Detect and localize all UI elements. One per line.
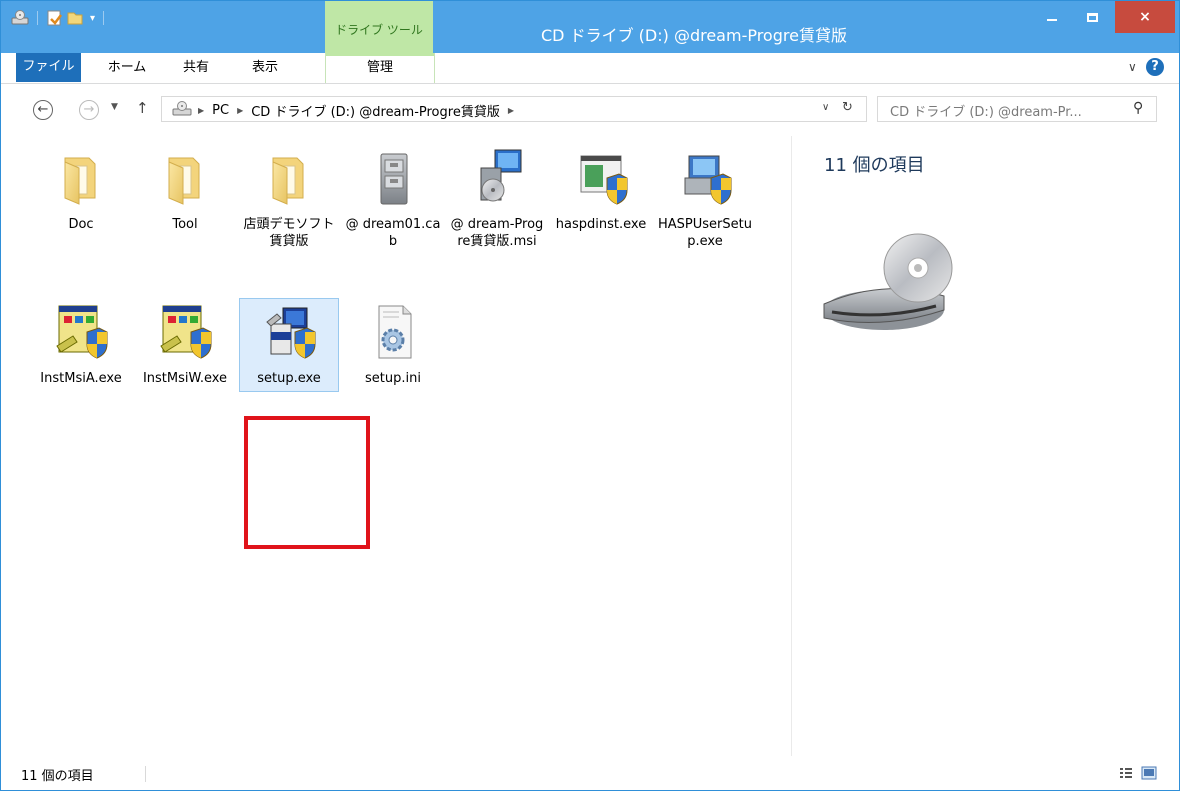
file-item-haspdinst[interactable]: haspdinst.exe <box>551 148 651 233</box>
breadcrumb-separator-icon[interactable]: ▶ <box>198 106 204 115</box>
cabinet-file-icon <box>380 153 408 205</box>
file-item-cab[interactable]: @ dream01.cab <box>343 148 443 250</box>
msi-installer-icon <box>480 149 522 202</box>
help-icon[interactable]: ? <box>1146 58 1164 76</box>
details-pane: 11 個の項目 <box>791 136 1178 756</box>
breadcrumb-pc[interactable]: PC <box>212 103 229 118</box>
navigation-bar: ← → ▼ ↑ ▶ PC ▶ CD ドライブ (D:) @dream-Progr… <box>1 84 1179 134</box>
tab-home[interactable]: ホーム <box>97 53 157 83</box>
file-item-setup-exe[interactable]: setup.exe <box>239 298 339 392</box>
maximize-button[interactable] <box>1077 1 1107 33</box>
search-placeholder: CD ドライブ (D:) @dream-Pr... <box>890 105 1082 120</box>
ribbon-expand-icon[interactable]: ∨ <box>1128 60 1137 74</box>
close-icon: × <box>1139 9 1151 25</box>
up-button[interactable]: ↑ <box>136 99 149 117</box>
breadcrumb-separator-icon[interactable]: ▶ <box>508 106 514 115</box>
address-bar[interactable]: ▶ PC ▶ CD ドライブ (D:) @dream-Progre賃貸版 ▶ ∨… <box>161 96 867 122</box>
window-title: CD ドライブ (D:) @dream-Progre賃貸版 <box>541 26 847 45</box>
maximize-icon <box>1086 12 1098 22</box>
msi-setup-icon <box>56 305 108 359</box>
setup-exe-icon <box>266 307 316 359</box>
quick-access-toolbar: ▾ <box>11 9 110 27</box>
title-bar[interactable]: ▾ ドライブ ツール CD ドライブ (D:) @dream-Progre賃貸版… <box>1 1 1179 53</box>
setup-computer-icon <box>684 155 732 205</box>
minimize-button[interactable] <box>1037 1 1067 33</box>
installer-window-icon <box>580 155 628 205</box>
file-item-setup-ini[interactable]: setup.ini <box>343 302 443 387</box>
forward-button[interactable]: → <box>79 100 99 120</box>
qat-separator <box>37 11 38 25</box>
explorer-window: ▾ ドライブ ツール CD ドライブ (D:) @dream-Progre賃貸版… <box>0 0 1180 791</box>
file-name: InstMsiW.exe <box>142 371 228 386</box>
details-view-icon[interactable] <box>1119 766 1133 780</box>
breadcrumb-separator-icon[interactable]: ▶ <box>237 106 243 115</box>
file-item-tool[interactable]: Tool <box>135 148 235 233</box>
folder-icon <box>64 157 96 205</box>
config-file-icon <box>378 305 412 359</box>
file-item-doc[interactable]: Doc <box>31 148 131 233</box>
msi-setup-icon <box>160 305 212 359</box>
cd-drive-large-icon <box>823 233 953 330</box>
file-name: Tool <box>172 217 198 232</box>
address-dropdown-icon[interactable]: ∨ <box>822 102 829 113</box>
tab-manage[interactable]: 管理 <box>325 53 435 83</box>
minimize-icon <box>1047 19 1057 21</box>
file-list: Doc Tool 店頭デモソフト賃貸版 @ dream01.cab @ drea… <box>9 136 789 756</box>
file-name: Doc <box>68 217 94 232</box>
refresh-icon[interactable]: ↻ <box>842 100 853 115</box>
details-item-count: 11 個の項目 <box>824 155 925 176</box>
file-name: @ dream01.cab <box>345 217 441 249</box>
status-divider <box>145 766 146 782</box>
file-name: 店頭デモソフト賃貸版 <box>243 217 335 249</box>
properties-icon[interactable] <box>46 10 64 26</box>
file-item-haspusersetup[interactable]: HASPUserSetup.exe <box>655 148 755 250</box>
breadcrumb-drive[interactable]: CD ドライブ (D:) @dream-Progre賃貸版 <box>251 101 500 120</box>
tab-file[interactable]: ファイル <box>16 53 81 82</box>
qat-customize-icon[interactable]: ▾ <box>90 13 95 24</box>
cd-drive-icon <box>172 101 192 116</box>
close-button[interactable]: × <box>1115 1 1175 33</box>
drive-app-icon[interactable] <box>11 10 29 26</box>
file-item-instmsia[interactable]: InstMsiA.exe <box>31 302 131 387</box>
tab-share[interactable]: 共有 <box>168 53 224 83</box>
file-name: haspdinst.exe <box>555 217 647 232</box>
file-name: HASPUserSetup.exe <box>658 217 752 249</box>
file-item-instmsiw[interactable]: InstMsiW.exe <box>135 302 235 387</box>
context-accent-strip <box>326 53 434 56</box>
drive-tools-label: ドライブ ツール <box>335 23 423 37</box>
search-box[interactable]: CD ドライブ (D:) @dream-Pr... ⚲ <box>877 96 1157 122</box>
breadcrumb: ▶ PC ▶ CD ドライブ (D:) @dream-Progre賃貸版 ▶ <box>198 101 514 120</box>
drive-tools-context-group: ドライブ ツール <box>325 1 433 53</box>
large-icons-view-icon[interactable] <box>1141 766 1157 780</box>
search-icon[interactable]: ⚲ <box>1133 100 1143 116</box>
file-name: InstMsiA.exe <box>40 371 122 386</box>
tab-manage-label: 管理 <box>366 60 393 75</box>
qat-separator <box>103 11 105 25</box>
recent-locations-icon[interactable]: ▼ <box>111 102 118 112</box>
status-bar: 11 個の項目 <box>1 758 1179 790</box>
annotation-highlight-box <box>244 416 370 549</box>
tab-view[interactable]: 表示 <box>237 53 293 83</box>
folder-icon <box>168 157 200 205</box>
ribbon-tabs: ファイル ホーム 共有 表示 管理 ∨ ? <box>1 53 1179 84</box>
file-name: setup.ini <box>365 371 421 386</box>
status-item-count: 11 個の項目 <box>21 769 94 784</box>
folder-icon <box>272 157 304 205</box>
back-button[interactable]: ← <box>33 100 53 120</box>
file-item-msi[interactable]: @ dream-Progre賃貸版.msi <box>447 148 547 250</box>
file-name: @ dream-Progre賃貸版.msi <box>450 217 544 249</box>
file-item-demo-folder[interactable]: 店頭デモソフト賃貸版 <box>239 148 339 250</box>
file-name: setup.exe <box>257 371 321 386</box>
new-folder-icon[interactable] <box>66 10 84 26</box>
